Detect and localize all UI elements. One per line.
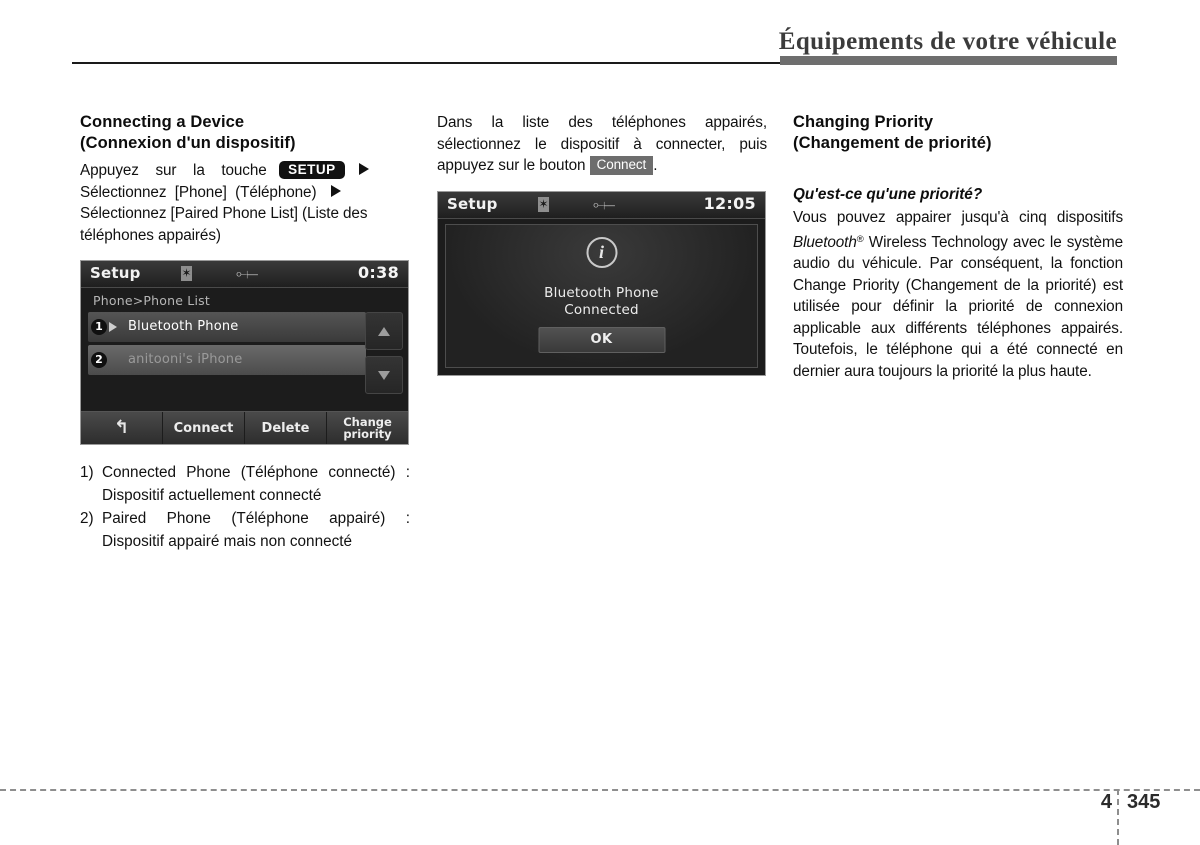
usb-icon: ⟜⟝ <box>236 266 258 282</box>
section-title-right-line-2: (Changement de priorité) <box>793 134 992 152</box>
scroll-down-button[interactable] <box>365 356 403 394</box>
step-word-appuyez: Appuyez <box>80 162 139 179</box>
section-title-connecting-a-device: Connecting a Device (Connexion d'un disp… <box>80 112 410 154</box>
device-status-clock-2: 12:05 <box>703 193 756 213</box>
dialog-message: Bluetooth Phone Connected <box>446 285 757 319</box>
breadcrumb: Phone>Phone List <box>93 293 210 308</box>
note-marker-2: 2) <box>80 510 94 527</box>
step-word-telephone: (Téléphone) <box>235 183 317 201</box>
step-line-3: Sélectionnez [Paired Phone List] (Liste … <box>80 205 368 244</box>
scroll-buttons <box>365 312 403 400</box>
dialog-message-line-2: Connected <box>564 301 639 318</box>
change-priority-label: Change priority <box>343 415 392 441</box>
scroll-down-icon <box>378 371 390 380</box>
play-triangle-icon <box>109 322 117 332</box>
step-line-2: Sélectionnez [Phone] (Téléphone) <box>80 182 410 204</box>
note-item-2: 2) Paired Phone (Téléphone appairé) : Di… <box>80 508 410 553</box>
page-title: Équipements de votre véhicule <box>778 28 1117 55</box>
priority-description-part-2: Wireless Technology avec le système audi… <box>793 233 1123 380</box>
column-middle: Dans la liste des téléphones appairés, s… <box>437 112 767 376</box>
back-arrow-icon: ↰ <box>113 417 130 438</box>
step-word-selectionnez-1: Sélectionnez <box>80 183 167 201</box>
note-text-1: Connected Phone (Téléphone connecté) : D… <box>102 464 410 504</box>
connect-button[interactable]: Connect <box>163 412 245 444</box>
step-word-sur: sur <box>155 162 177 179</box>
usb-icon-2: ⟜⟝ <box>593 196 615 213</box>
note-marker-1: 1) <box>80 464 94 481</box>
dialog-ok-button[interactable]: OK <box>538 326 665 353</box>
scroll-up-button[interactable] <box>365 312 403 350</box>
section-title-right-line-1: Changing Priority <box>793 113 934 131</box>
list-item-number-2: 2 <box>91 352 107 368</box>
change-priority-line-2: priority <box>343 427 392 441</box>
scroll-up-icon <box>378 327 390 336</box>
list-item-number-1: 1 <box>91 319 107 335</box>
step-word-la: la <box>193 162 205 179</box>
device-screenshot-phone-list: Setup ✶ ⟜⟝ 0:38 Phone>Phone List 1 Bluet… <box>80 260 409 445</box>
steps-paragraph: Appuyez sur la touche SETUP Sélectionnez… <box>80 160 410 246</box>
subhead-what-is-priority: Qu'est-ce qu'une priorité? <box>793 186 983 203</box>
note-text-2: Paired Phone (Téléphone appairé) : Dispo… <box>102 510 410 550</box>
page-header: Équipements de votre véhicule <box>0 0 1200 70</box>
connect-inline-button[interactable]: Connect <box>589 156 654 175</box>
column-right: Changing Priority (Changement de priorit… <box>793 112 1123 382</box>
list-item-label-1: Bluetooth Phone <box>128 319 239 334</box>
bluetooth-icon-2: ✶ <box>538 196 549 212</box>
device-status-title-2: Setup <box>447 194 498 213</box>
priority-description-part-1: Vous pouvez appairer jusqu'à cinq dispos… <box>793 209 1123 226</box>
list-item-connected-phone[interactable]: 1 Bluetooth Phone <box>88 312 366 342</box>
footer-page-number: 345 <box>1127 791 1161 813</box>
device-status-bar-2: Setup ✶ ⟜⟝ 12:05 <box>438 191 765 219</box>
section-title-line-1: Connecting a Device <box>80 113 245 131</box>
footer-chapter-number: 4 <box>1100 791 1112 813</box>
footer-vertical-rule <box>1117 789 1119 845</box>
connect-instruction-paragraph: Dans la liste des téléphones appairés, s… <box>437 112 767 177</box>
column-left: Connecting a Device (Connexion d'un disp… <box>80 112 410 554</box>
priority-description-paragraph: Vous pouvez appairer jusqu'à cinq dispos… <box>793 207 1123 382</box>
header-rule-thin <box>72 62 782 64</box>
info-icon: i <box>586 236 617 268</box>
note-item-1: 1) Connected Phone (Téléphone connecté) … <box>80 462 410 507</box>
notes-list: 1) Connected Phone (Téléphone connecté) … <box>80 462 410 553</box>
back-button[interactable]: ↰ <box>81 412 163 444</box>
device-status-bar: Setup ✶ ⟜⟝ 0:38 <box>81 261 408 288</box>
device-screenshot-connected-dialog: Setup ✶ ⟜⟝ 12:05 i Bluetooth Phone Conne… <box>437 190 766 376</box>
section-title-changing-priority: Changing Priority (Changement de priorit… <box>793 112 1123 154</box>
arrow-right-icon <box>359 163 370 175</box>
footer-horizontal-rule <box>0 789 1200 791</box>
delete-button[interactable]: Delete <box>245 412 327 444</box>
arrow-right-icon-2 <box>330 184 341 197</box>
device-button-bar: ↰ Connect Delete Change priority <box>81 411 408 444</box>
section-title-line-2: (Connexion d'un dispositif) <box>80 134 296 152</box>
dialog-message-line-1: Bluetooth Phone <box>544 284 659 301</box>
paired-phone-list: 1 Bluetooth Phone 2 anitooni's iPhone <box>81 312 408 394</box>
device-status-clock: 0:38 <box>358 263 399 282</box>
bluetooth-brand-name: Bluetooth <box>793 233 857 251</box>
dialog-panel: i Bluetooth Phone Connected OK <box>445 223 758 368</box>
step-word-phone: [Phone] <box>174 183 227 201</box>
device-status-title: Setup <box>90 264 141 282</box>
step-line-1: Appuyez sur la touche SETUP <box>80 160 410 182</box>
step-word-touche: touche <box>221 162 267 179</box>
list-item-paired-phone[interactable]: 2 anitooni's iPhone <box>88 345 366 375</box>
bluetooth-icon: ✶ <box>181 266 192 281</box>
registered-mark: ® <box>856 233 864 245</box>
change-priority-button[interactable]: Change priority <box>327 412 408 444</box>
connect-instruction-period: . <box>653 157 658 174</box>
header-rule-thick <box>780 56 1117 65</box>
list-item-label-2: anitooni's iPhone <box>128 352 243 367</box>
setup-key-button[interactable]: SETUP <box>279 161 345 179</box>
